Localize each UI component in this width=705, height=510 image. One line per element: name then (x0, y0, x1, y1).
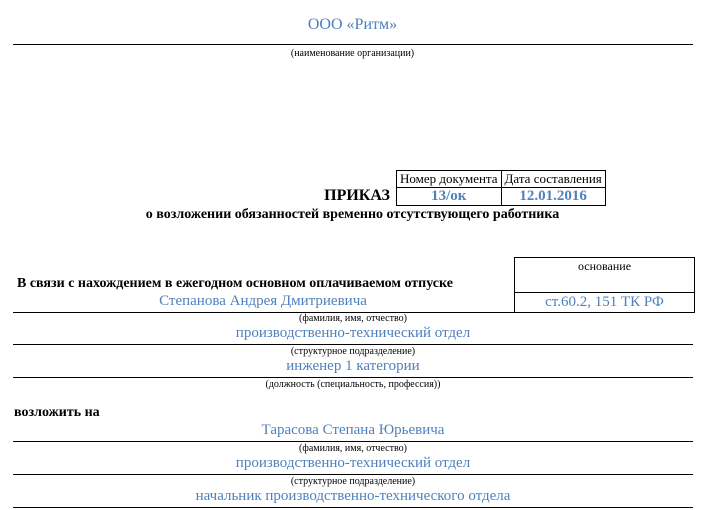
absent-position: инженер 1 категории (286, 358, 420, 374)
assignee-name-caption: (фамилия, имя, отчество) (299, 443, 407, 454)
basis-label-cell: основание (514, 257, 695, 292)
assignee-position: начальник производственно-технического о… (195, 488, 511, 504)
assignee-name: Тарасова Степана Юрьевича (261, 422, 445, 438)
doc-number-label: Номер документа (396, 170, 502, 188)
assignee-department-caption: (структурное подразделение) (290, 476, 416, 487)
assignee-department: производственно-технический отдел (235, 455, 471, 471)
absent-employee-name: Степанова Андрея Дмитриевича (159, 293, 367, 309)
document-number-table: Номер документа Дата составления 13/ок 1… (396, 170, 606, 206)
basis-value-cell: ст.60.2, 151 ТК РФ (514, 292, 695, 313)
absent-department-caption: (структурное подразделение) (290, 346, 416, 357)
assignee-department-line (13, 474, 693, 475)
doc-date-value: 12.01.2016 (500, 187, 606, 206)
absent-department-line (13, 344, 693, 345)
doc-number-value: 13/ок (396, 187, 502, 206)
document-subject: о возложении обязанностей временно отсут… (145, 207, 560, 222)
assign-label: возложить на (14, 405, 100, 420)
reason-text: В связи с нахождением в ежегодном основн… (17, 276, 453, 291)
absent-department: производственно-технический отдел (235, 325, 471, 341)
organization-name: ООО «Ритм» (307, 16, 398, 33)
organization-underline (13, 44, 693, 45)
absent-name-caption: (фамилия, имя, отчество) (299, 313, 407, 324)
assignee-name-line (13, 441, 693, 442)
absent-position-caption: (должность (специальность, профессия)) (265, 379, 441, 390)
absent-position-line (13, 377, 693, 378)
document-title: ПРИКАЗ (324, 187, 390, 204)
organization-caption: (наименование организации) (290, 48, 415, 59)
doc-date-label: Дата составления (500, 170, 606, 188)
assignee-position-line (13, 507, 693, 508)
